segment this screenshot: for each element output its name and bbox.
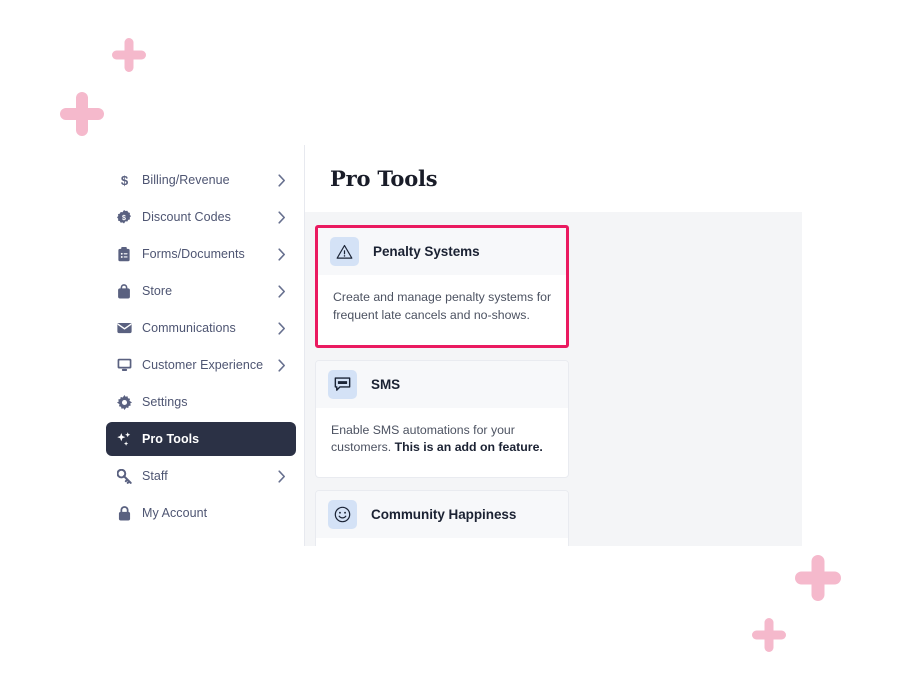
card-header: Penalty Systems bbox=[318, 228, 566, 275]
card-title: Community Happiness bbox=[371, 507, 517, 523]
gear-icon bbox=[115, 394, 133, 410]
card-header: Community Happiness bbox=[316, 491, 568, 539]
sidebar-item-label: Staff bbox=[142, 469, 168, 483]
card-description-emphasis: This is an add on feature. bbox=[394, 440, 543, 455]
warning-triangle-icon bbox=[330, 237, 359, 266]
key-icon bbox=[115, 468, 133, 484]
chevron-right-icon[interactable] bbox=[278, 210, 286, 224]
tool-card-sms[interactable]: SMS Enable SMS automations for your custo… bbox=[315, 359, 569, 479]
shopping-bag-icon bbox=[115, 283, 133, 299]
sidebar-item-label: My Account bbox=[142, 506, 208, 520]
sidebar-item-label: Customer Experience bbox=[142, 358, 264, 372]
sidebar-item-my-account[interactable]: My Account bbox=[106, 496, 296, 530]
smiley-face-icon bbox=[328, 500, 357, 530]
chevron-right-icon[interactable] bbox=[278, 321, 286, 335]
card-slot: SMS Enable SMS automations for your custo… bbox=[315, 359, 569, 479]
chevron-right-icon[interactable] bbox=[278, 358, 286, 372]
sidebar-item-communications[interactable]: Communications bbox=[106, 311, 296, 345]
sidebar-item-label: Forms/Documents bbox=[142, 247, 245, 261]
plus-mark-top-left-large bbox=[60, 92, 104, 136]
card-description-text: Create and manage penalty systems for fr… bbox=[333, 290, 552, 322]
sidebar-navigation: $ Billing/Revenue $ Discount Codes Forms/Doc… bbox=[98, 145, 305, 546]
sidebar-item-label: Billing/Revenue bbox=[142, 173, 230, 187]
sidebar-item-store[interactable]: Store bbox=[106, 274, 296, 308]
sidebar-item-billing-revenue[interactable]: $ Billing/Revenue bbox=[106, 163, 296, 197]
chevron-right-icon[interactable] bbox=[278, 469, 286, 483]
dollar-sign-icon: $ bbox=[115, 173, 133, 188]
badge-dollar-icon: $ bbox=[115, 210, 133, 224]
pro-tools-card-grid: Penalty Systems Create and manage penalty… bbox=[305, 212, 802, 546]
card-description: Enable SMS automations for your customer… bbox=[316, 408, 568, 478]
lock-icon bbox=[115, 505, 133, 521]
plus-mark-bottom-right-large bbox=[795, 555, 841, 601]
page-header: Pro Tools bbox=[305, 145, 802, 212]
sidebar-item-label: Settings bbox=[142, 395, 188, 409]
sidebar-item-pro-tools[interactable]: Pro Tools bbox=[106, 422, 296, 456]
monitor-icon bbox=[115, 358, 133, 372]
app-panel: $ Billing/Revenue $ Discount Codes Forms/Doc… bbox=[98, 145, 802, 546]
card-description: Create and manage penalty systems for fr… bbox=[318, 275, 566, 345]
svg-text:$: $ bbox=[120, 173, 128, 188]
card-description: Send automated emails to customers to su… bbox=[316, 538, 568, 546]
card-title: Penalty Systems bbox=[373, 244, 480, 259]
sidebar-item-forms-documents[interactable]: Forms/Documents bbox=[106, 237, 296, 271]
sidebar-item-label: Communications bbox=[142, 321, 236, 335]
plus-mark-bottom-right-small bbox=[752, 618, 786, 652]
card-title: SMS bbox=[371, 376, 401, 392]
card-slot: Community Happiness Send automated emails… bbox=[315, 490, 569, 546]
svg-text:$: $ bbox=[122, 215, 126, 222]
sidebar-item-customer-experience[interactable]: Customer Experience bbox=[106, 348, 296, 382]
envelope-icon bbox=[115, 322, 133, 334]
sidebar-item-label: Store bbox=[142, 284, 173, 298]
sparkles-icon bbox=[115, 431, 133, 447]
chat-bubble-icon bbox=[328, 369, 357, 399]
main-content: Pro Tools Penalty Systems Create and mana… bbox=[305, 145, 802, 546]
chevron-right-icon[interactable] bbox=[278, 284, 286, 298]
tool-card-penalty-systems[interactable]: Penalty Systems Create and manage penalty… bbox=[315, 225, 569, 348]
sidebar-item-discount-codes[interactable]: $ Discount Codes bbox=[106, 200, 296, 234]
clipboard-icon bbox=[115, 246, 133, 262]
sidebar-item-label: Pro Tools bbox=[142, 432, 200, 446]
sidebar-item-label: Discount Codes bbox=[142, 210, 231, 224]
sidebar-item-staff[interactable]: Staff bbox=[106, 459, 296, 493]
card-header: SMS bbox=[316, 360, 568, 408]
tool-card-community-happiness[interactable]: Community Happiness Send automated emails… bbox=[315, 490, 569, 546]
chevron-right-icon[interactable] bbox=[278, 173, 286, 187]
plus-mark-top-left-small bbox=[112, 38, 146, 72]
sidebar-item-settings[interactable]: Settings bbox=[106, 385, 296, 419]
page-title: Pro Tools bbox=[330, 166, 438, 191]
chevron-right-icon[interactable] bbox=[278, 247, 286, 261]
card-slot: Penalty Systems Create and manage penalty… bbox=[315, 225, 569, 348]
